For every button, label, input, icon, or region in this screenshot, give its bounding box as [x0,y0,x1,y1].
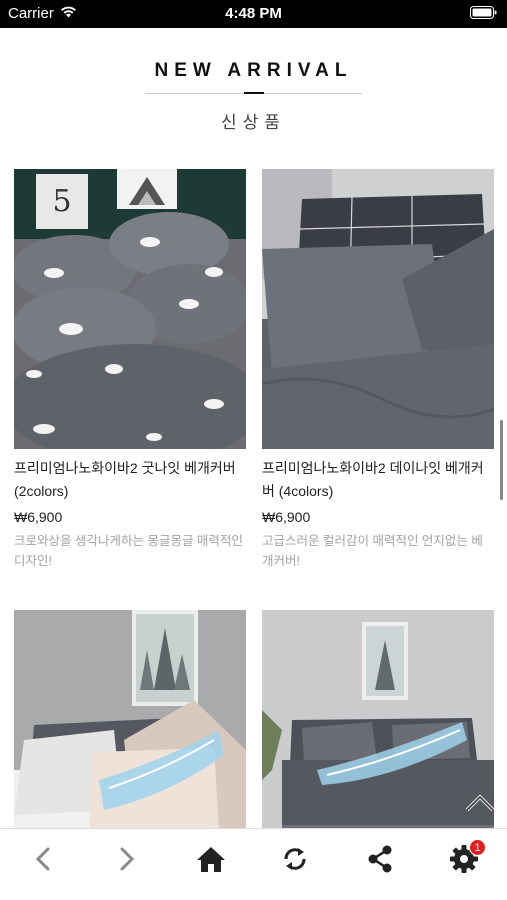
section-title: NEW ARRIVAL [154,60,353,81]
product-description: 고급스러운 컬러감이 매력적인 언지없는 베개커버! [262,534,483,568]
product-name[interactable]: 프리미엄나노화이바2 데이나잇 베개커버 (4colors) [262,457,494,503]
chevron-up-icon [465,794,495,817]
product-card[interactable]: 5 프리미엄나노화이바2 굿나잇 베개커버 (2colors) ₩6,900 크… [14,169,246,571]
back-button[interactable] [23,843,63,879]
share-icon [366,844,394,879]
product-image[interactable] [262,610,494,828]
product-name[interactable]: 프리미엄나노화이바2 굿나잇 베개커버 (2colors) [14,457,246,503]
product-card[interactable] [14,610,246,828]
chevron-right-icon [119,847,135,876]
product-price: ₩6,900 [262,509,311,525]
section-subtitle: 신상품 [221,113,286,132]
scrollbar[interactable] [500,420,503,500]
title-divider-accent [244,92,264,94]
settings-button[interactable]: 1 [444,839,486,879]
product-image[interactable] [14,610,246,828]
battery-icon [470,6,497,24]
product-description: 크로와상을 생각나게하는 몽글몽글 매력적인 디자인! [14,534,243,568]
product-card[interactable]: 프리미엄나노화이바2 데이나잇 베개커버 (4colors) ₩6,900 고급… [262,169,494,571]
forward-button[interactable] [107,843,147,879]
scroll-to-top-button[interactable] [462,787,498,823]
refresh-icon [281,845,309,878]
product-card[interactable] [262,610,494,828]
refresh-button[interactable] [275,843,315,879]
bottom-toolbar: 1 [0,828,507,900]
home-icon [196,845,226,878]
home-button[interactable] [191,843,231,879]
notification-badge: 1 [469,839,486,856]
product-price: ₩6,900 [14,509,63,525]
main-content[interactable]: NEW ARRIVAL 신상품 5 프리미엄나노화이바2 굿나잇 베개커버 (2… [0,28,507,828]
share-button[interactable] [360,843,400,879]
chevron-left-icon [35,847,51,876]
product-image[interactable] [262,169,494,449]
product-image[interactable]: 5 [14,169,246,449]
svg-text:5: 5 [52,184,71,219]
status-bar: Carrier 4:48 PM [0,0,507,28]
clock: 4:48 PM [225,5,282,22]
